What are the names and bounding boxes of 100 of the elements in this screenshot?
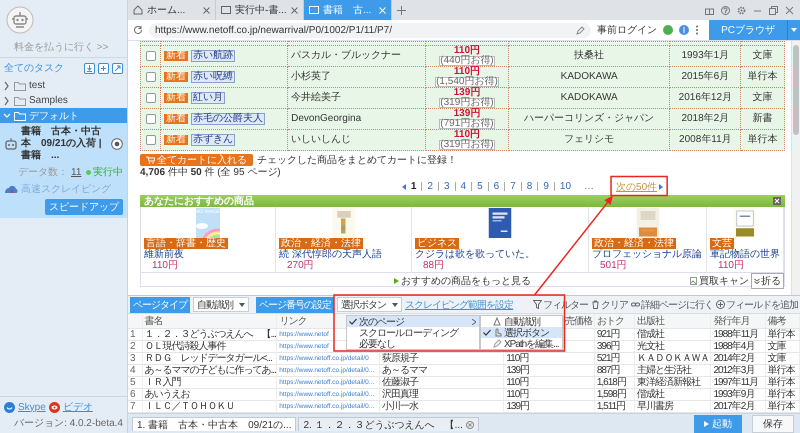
add-icon[interactable] bbox=[98, 62, 109, 74]
cloud-speed-icon bbox=[4, 184, 18, 194]
page-link[interactable]: 9 bbox=[537, 182, 554, 191]
savings-note: (319円お得) bbox=[439, 140, 495, 150]
page-icon bbox=[309, 5, 319, 15]
table-cell: 荻原規子 bbox=[379, 352, 504, 364]
checkbox[interactable] bbox=[146, 72, 156, 82]
checkbox[interactable] bbox=[146, 134, 156, 145]
page-link[interactable]: 8 bbox=[520, 182, 538, 191]
table-cell: 主婦と生活社 bbox=[634, 364, 711, 376]
status-icon[interactable] bbox=[663, 25, 674, 35]
checkbox[interactable] bbox=[146, 50, 156, 61]
settings-icon[interactable] bbox=[737, 6, 746, 14]
table-cell: 1988年11月 bbox=[710, 328, 766, 340]
table-cell: あ～るママの子どもに作ってあ... bbox=[142, 364, 277, 376]
page-icon bbox=[221, 5, 231, 15]
page-link[interactable]: 6 bbox=[488, 182, 504, 191]
table-cell: 単行本 bbox=[740, 66, 784, 88]
product-link[interactable]: 紅い月 bbox=[191, 92, 225, 104]
table-cell: 2016年12月 bbox=[670, 88, 741, 108]
export-icon[interactable] bbox=[112, 62, 123, 74]
menu-item[interactable]: XPathを編集... bbox=[480, 338, 562, 349]
row-number: 3 bbox=[128, 352, 142, 364]
page-link[interactable]: 1 bbox=[406, 182, 422, 191]
address-field[interactable]: https://www.netoff.co.jp/newarrival/P0/1002/P1/11/P7/ bbox=[149, 22, 592, 38]
page-link[interactable]: 5 bbox=[471, 182, 488, 191]
product-link[interactable]: 赤毛の公爵夫人 bbox=[191, 113, 265, 125]
table-cell: 110円 bbox=[504, 388, 594, 400]
task-tab[interactable]: 1. 書籍 古本・中古本 09/21の... bbox=[132, 417, 296, 431]
menu-item[interactable]: 次のページ bbox=[346, 316, 479, 327]
new-tab-icon[interactable] bbox=[397, 6, 406, 14]
table-cell: KADOKAWA bbox=[508, 66, 670, 88]
product-link[interactable]: 続 深代惇郎の天声人語 bbox=[279, 249, 382, 260]
extension-icon[interactable] bbox=[679, 25, 690, 35]
table-cell: 2008年11月 bbox=[670, 130, 741, 150]
scraping-mode: 高速スクレイピング bbox=[21, 182, 111, 196]
product-link[interactable]: 維新前夜 bbox=[144, 249, 184, 260]
checkbox[interactable] bbox=[146, 114, 156, 124]
task-tab[interactable]: 2. １．２．３どうぶつえんへ 【... bbox=[298, 417, 479, 431]
clear-button[interactable]: クリア bbox=[591, 298, 628, 312]
price: 110円 bbox=[717, 260, 744, 271]
table-cell: パスカル・ブルックナー bbox=[288, 46, 426, 66]
record-icon[interactable] bbox=[111, 138, 123, 150]
close-icon[interactable] bbox=[466, 420, 474, 428]
page-link[interactable]: 3 bbox=[438, 182, 455, 191]
pre-login-button[interactable]: 事前ログイン bbox=[597, 23, 658, 37]
page-link[interactable]: 2 bbox=[421, 182, 438, 191]
page-type-select[interactable]: 自動識別 bbox=[193, 297, 249, 312]
close-icon[interactable] bbox=[203, 6, 210, 14]
add-field-button[interactable]: フィールドを追加 bbox=[716, 298, 798, 312]
savings-note: (1,540円お得) bbox=[435, 77, 499, 87]
table-cell: いしいしんじ bbox=[288, 130, 426, 150]
product-link[interactable]: プロフェッショナル原論 bbox=[592, 249, 702, 260]
add-icon bbox=[716, 300, 725, 309]
table-cell: ＲＤＧ レッドデータガール<... bbox=[142, 352, 277, 364]
task-status: 実行中 bbox=[93, 166, 123, 179]
next-icon[interactable] bbox=[659, 184, 664, 190]
folder-row[interactable]: Samples bbox=[0, 93, 127, 108]
menu-item[interactable]: 選択ボタン bbox=[480, 327, 562, 338]
page-link[interactable]: 10 bbox=[554, 182, 576, 191]
folder-row[interactable]: test bbox=[0, 78, 127, 93]
previous-icon[interactable] bbox=[402, 184, 406, 190]
filter-icon bbox=[533, 300, 542, 309]
collapse-button[interactable]: 折る bbox=[751, 273, 784, 289]
genre-tag: 言語・辞書・歴史 bbox=[144, 238, 228, 249]
gift-icon[interactable] bbox=[705, 6, 714, 14]
help-icon[interactable] bbox=[721, 6, 730, 14]
pencil-icon[interactable] bbox=[576, 26, 586, 34]
table-cell: 521円 bbox=[594, 352, 635, 364]
product-link[interactable]: 軍記物語の世界 bbox=[710, 249, 780, 260]
product-link[interactable]: クジラは歌を歌っていた。 bbox=[415, 249, 535, 260]
restore-icon[interactable] bbox=[769, 6, 778, 14]
checkbox[interactable] bbox=[146, 92, 156, 103]
product-link[interactable]: 赤ずきん bbox=[191, 134, 235, 146]
table-cell: 単行本 bbox=[765, 364, 800, 376]
table-cell: 沢田真理 bbox=[379, 388, 504, 400]
product-link[interactable]: 赤い呪縛 bbox=[191, 71, 235, 83]
row-number: 6 bbox=[128, 388, 142, 400]
close-icon[interactable] bbox=[785, 6, 794, 14]
price: 88円 bbox=[422, 260, 444, 271]
column-header: 書名 bbox=[142, 314, 277, 328]
page-link[interactable]: 7 bbox=[504, 182, 521, 191]
caret-icon bbox=[791, 28, 797, 32]
check-icon bbox=[482, 329, 491, 336]
chevron-down-icon bbox=[754, 278, 760, 284]
product-link[interactable]: 赤い航跡 bbox=[191, 50, 235, 62]
detail-page-button[interactable]: 詳細ページに行く bbox=[631, 298, 713, 312]
close-icon[interactable] bbox=[291, 6, 298, 14]
reload-icon[interactable] bbox=[133, 25, 143, 35]
paging-select[interactable]: 選択ボタン bbox=[337, 297, 402, 312]
field-label: ページタイプ bbox=[130, 296, 190, 312]
more-link[interactable]: おすすめの商品をもっと見る bbox=[401, 274, 531, 288]
more-icon[interactable] bbox=[695, 25, 700, 35]
table-cell: DevonGeorgina bbox=[288, 108, 426, 130]
table-cell: 1993年9月 bbox=[710, 388, 766, 400]
table-cell: 2012年3月 bbox=[710, 364, 766, 376]
download-icon[interactable] bbox=[84, 62, 95, 74]
price: 110円 bbox=[454, 67, 480, 77]
save-button[interactable]: 保存 bbox=[752, 414, 794, 432]
page-link[interactable]: 4 bbox=[454, 182, 472, 191]
